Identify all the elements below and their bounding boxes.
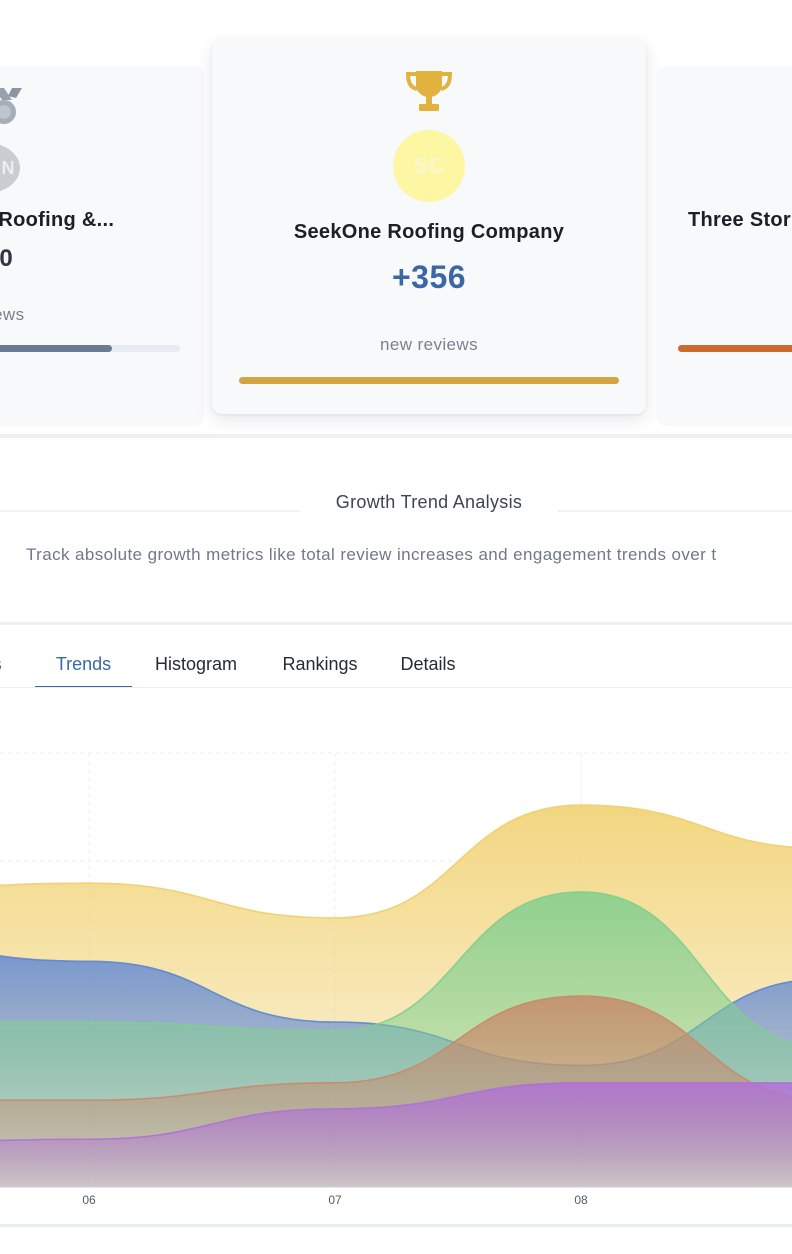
section-divider: [0, 434, 792, 438]
section-divider: [0, 622, 792, 625]
tab-trends[interactable]: Trends: [35, 640, 132, 688]
x-tick-label: 08: [574, 1193, 588, 1207]
medal-icon: [0, 88, 22, 124]
podium-card-second[interactable]: [0, 66, 204, 426]
avatar-initials: N: [1, 157, 15, 178]
x-tick-label: 06: [82, 1193, 96, 1207]
tab-bar-border: [0, 687, 792, 688]
review-caption: new reviews: [380, 335, 478, 354]
divider-line: [0, 510, 300, 512]
trophy-icon: [405, 71, 453, 111]
progress-bar: [0, 345, 180, 352]
page: N d Roofing &... 90 views SC SeekOne Roo…: [0, 0, 792, 1254]
progress-fill: [678, 345, 792, 352]
review-count: 90: [0, 245, 13, 272]
section-divider: [0, 1224, 792, 1227]
analysis-title: Growth Trend Analysis: [335, 492, 523, 512]
analysis-description: Track absolute growth metrics like total…: [26, 545, 717, 564]
progress-bar: [678, 345, 792, 352]
review-count: +356: [391, 259, 467, 295]
x-tick-label: 07: [328, 1193, 342, 1207]
tab-bar: es Trends Histogram Rankings Details: [0, 640, 792, 688]
progress-fill: [0, 345, 112, 352]
company-name: d Roofing &...: [0, 209, 115, 231]
company-name: Three Stor: [688, 209, 792, 231]
tab-histogram[interactable]: Histogram: [140, 640, 252, 686]
progress-bar: [239, 377, 619, 384]
trend-area-chart[interactable]: 0506070809: [0, 745, 792, 1225]
company-name: SeekOne Roofing Company: [293, 221, 565, 243]
tab-rankings[interactable]: Rankings: [270, 640, 370, 686]
review-caption: views: [0, 305, 25, 324]
podium-card-third[interactable]: [656, 66, 792, 426]
tab-overview[interactable]: es: [0, 640, 20, 686]
tab-details[interactable]: Details: [388, 640, 468, 686]
progress-fill: [239, 377, 619, 384]
avatar: SC: [393, 130, 465, 202]
divider-line: [558, 510, 792, 512]
